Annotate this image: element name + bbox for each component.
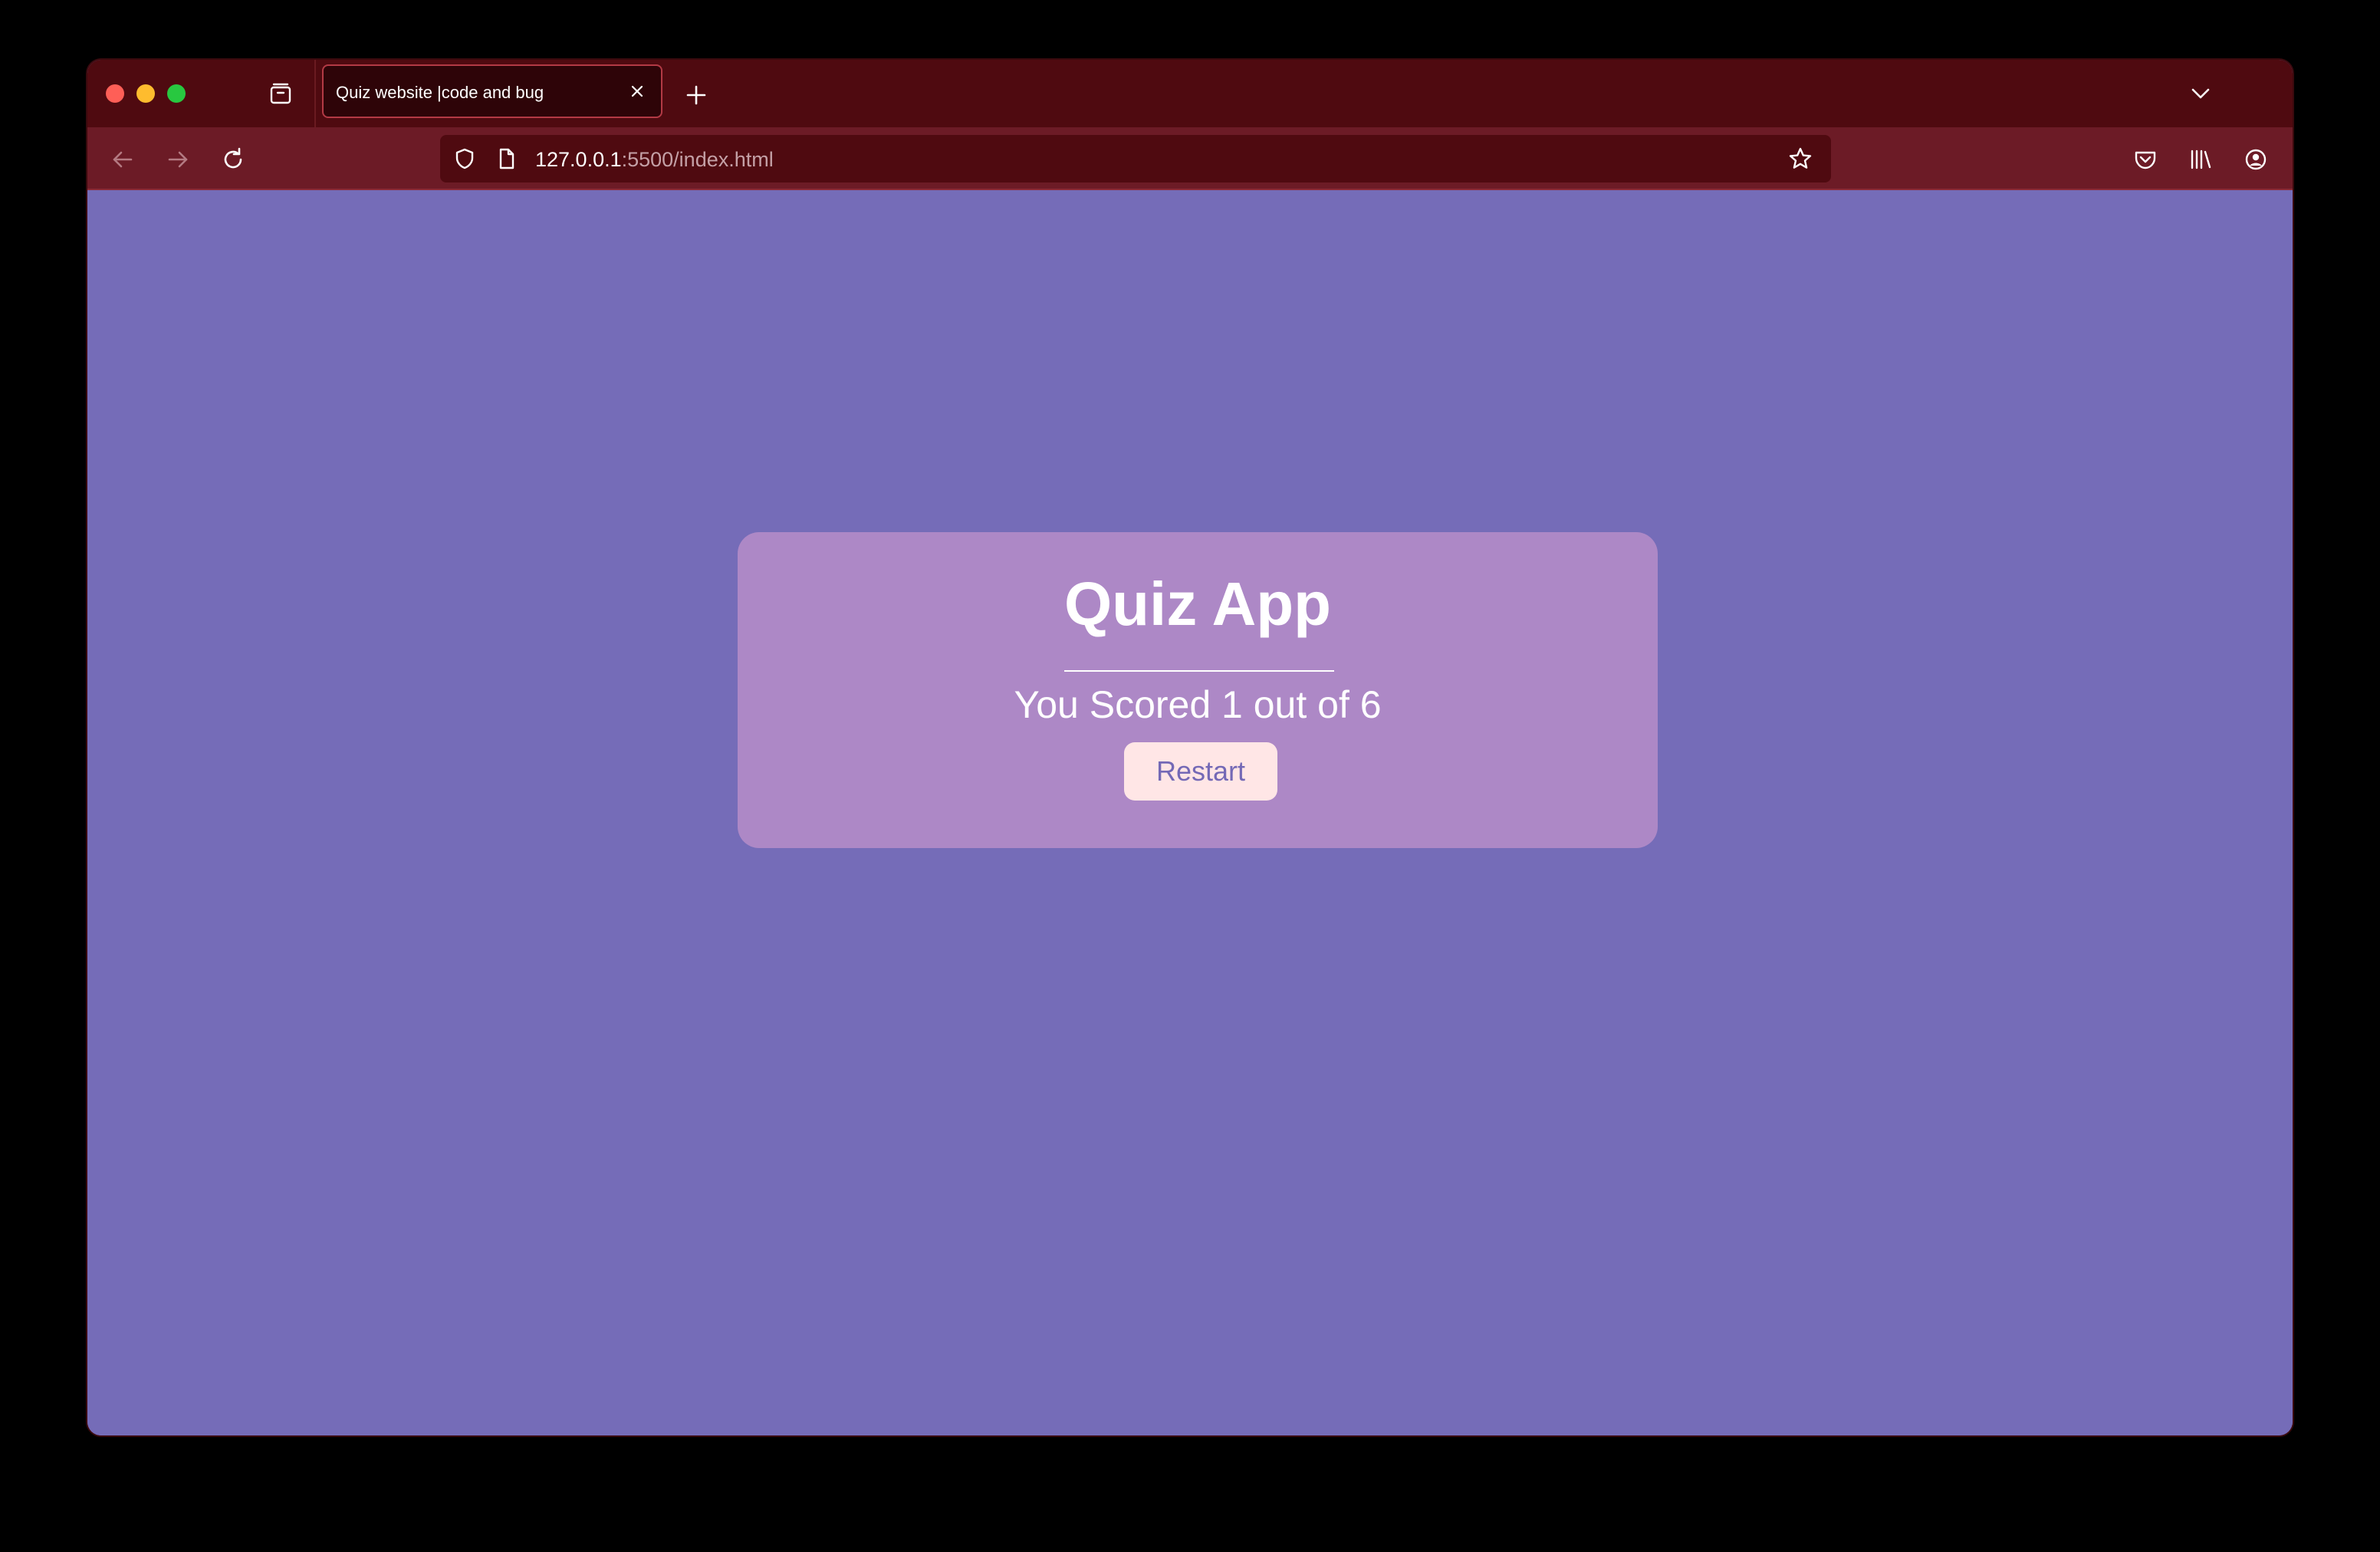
- title-divider: [1064, 670, 1334, 672]
- tab-overview-icon[interactable]: [265, 78, 296, 109]
- shield-icon[interactable]: [449, 143, 480, 174]
- minimize-window-icon[interactable]: [136, 84, 155, 103]
- tab-quiz-website[interactable]: Quiz website |code and bug: [322, 64, 662, 118]
- close-tab-icon[interactable]: [624, 78, 650, 104]
- forward-icon[interactable]: [163, 144, 193, 175]
- new-tab-icon[interactable]: [681, 80, 712, 110]
- url-text[interactable]: 127.0.0.1:5500/index.html: [535, 148, 774, 172]
- page-title: Quiz App: [1063, 570, 1332, 638]
- score-text: You Scored 1 out of 6: [1014, 683, 1382, 726]
- maximize-window-icon[interactable]: [167, 84, 186, 103]
- tab-title: Quiz website |code and bug: [336, 83, 544, 102]
- pocket-icon[interactable]: [2130, 144, 2161, 175]
- tab-strip: Quiz website |code and bug: [87, 60, 2293, 127]
- back-icon[interactable]: [107, 144, 138, 175]
- close-window-icon[interactable]: [106, 84, 124, 103]
- quiz-card: Quiz App You Scored 1 out of 6 Restart: [738, 532, 1658, 848]
- navigation-toolbar: 127.0.0.1:5500/index.html: [87, 127, 2293, 190]
- url-host: 127.0.0.1: [535, 148, 622, 171]
- chevron-down-icon[interactable]: [2185, 78, 2216, 109]
- library-icon[interactable]: [2185, 144, 2216, 175]
- browser-window: Quiz website |code and bug 127.0.0.1:550…: [87, 60, 2293, 1435]
- page-content: Quiz App You Scored 1 out of 6 Restart: [87, 190, 2293, 1435]
- tab-separator: [314, 60, 316, 127]
- reload-icon[interactable]: [218, 144, 248, 175]
- restart-button[interactable]: Restart: [1124, 742, 1277, 801]
- address-bar[interactable]: 127.0.0.1:5500/index.html: [440, 135, 1831, 182]
- star-icon[interactable]: [1785, 143, 1816, 174]
- url-path: :5500/index.html: [621, 148, 774, 171]
- page-icon: [491, 143, 521, 174]
- account-icon[interactable]: [2240, 144, 2271, 175]
